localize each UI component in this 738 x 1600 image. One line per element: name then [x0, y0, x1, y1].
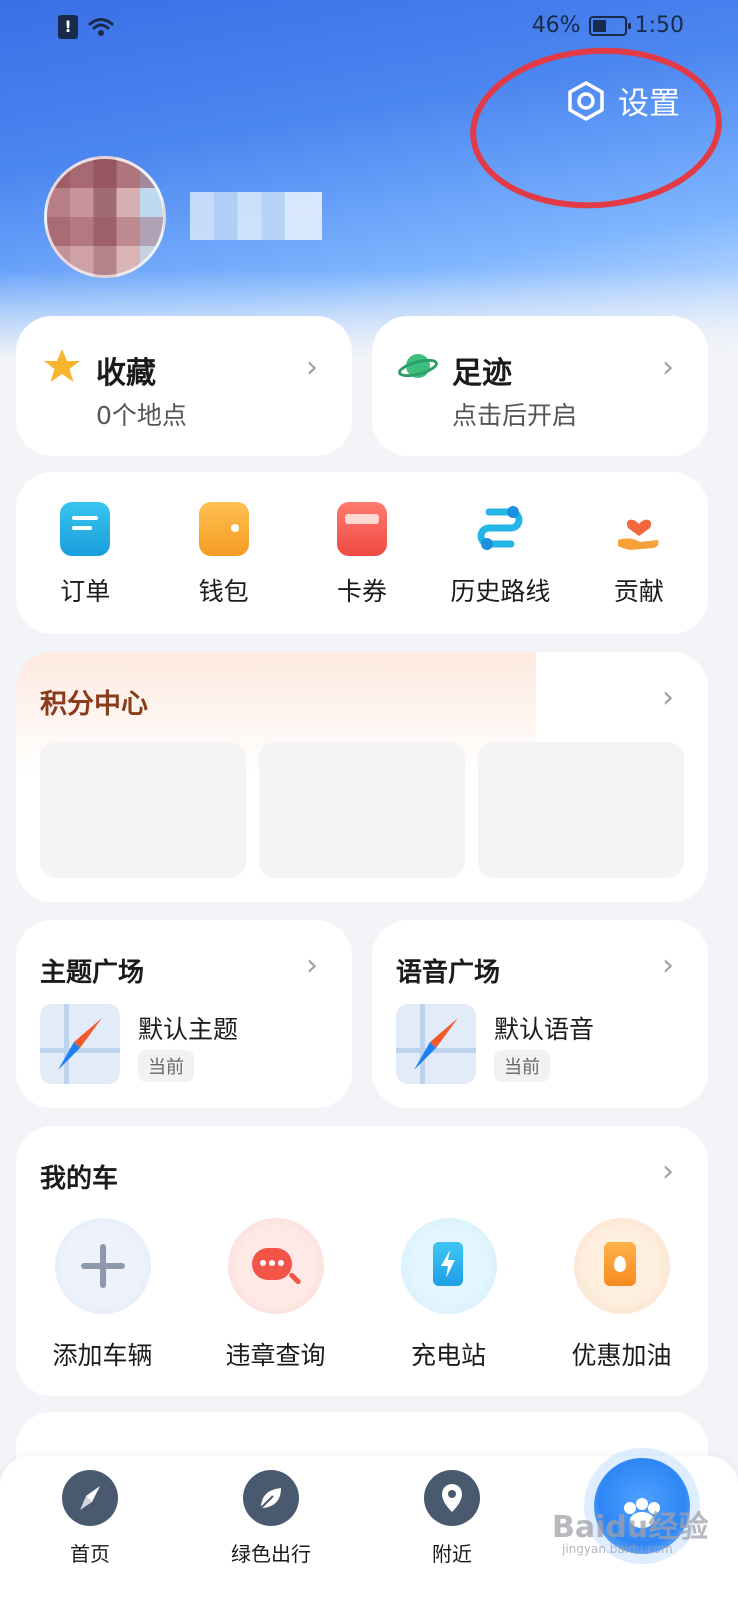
- order-icon: [60, 502, 111, 556]
- leaf-icon: [243, 1470, 299, 1526]
- car-item-label: 违章查询: [225, 1341, 326, 1370]
- tab-label: 首页: [70, 1542, 110, 1566]
- service-label: 订单: [60, 577, 111, 606]
- car-item-label: 充电站: [410, 1341, 486, 1370]
- location-pin-icon: [424, 1470, 480, 1526]
- default-theme-name: 默认主题: [138, 1015, 239, 1044]
- service-wallet[interactable]: 钱包: [154, 502, 292, 608]
- favorites-card[interactable]: 收藏 0个地点 ›: [16, 316, 352, 456]
- chevron-right-icon[interactable]: ›: [662, 1154, 674, 1189]
- chevron-right-icon: ›: [306, 948, 318, 983]
- navigation-arrow-icon: [58, 1018, 102, 1070]
- default-voice-name: 默认语音: [494, 1015, 595, 1044]
- navigation-arrow-icon: [414, 1018, 458, 1070]
- points-placeholder-3[interactable]: [478, 742, 684, 878]
- footprint-title: 足迹: [452, 356, 512, 391]
- route-icon: [478, 506, 523, 550]
- watermark-url: jingyan.baidu.com: [562, 1542, 673, 1556]
- favorites-count: 0个地点: [96, 401, 187, 430]
- favorites-title: 收藏: [96, 356, 156, 391]
- footprint-card[interactable]: 足迹 点击后开启 ›: [372, 316, 708, 456]
- current-badge: 当前: [138, 1050, 194, 1082]
- car-item-label: 添加车辆: [52, 1341, 153, 1370]
- services-card: 订单 钱包 卡券 历史路线 贡献: [16, 472, 708, 634]
- service-label: 钱包: [198, 577, 249, 606]
- current-badge: 当前: [494, 1050, 550, 1082]
- watermark-logo: Baidu经验: [552, 1510, 709, 1545]
- default-voice-thumbnail: [396, 1004, 476, 1084]
- fuel-icon: [573, 1218, 670, 1314]
- wallet-icon: [198, 502, 249, 556]
- my-car-card: 我的车 › 添加车辆 违章查询 充电站 优惠加油: [16, 1126, 708, 1396]
- my-car-title: 我的车: [40, 1164, 119, 1194]
- username-blurred[interactable]: [190, 192, 322, 240]
- tab-label: 附近: [432, 1542, 472, 1566]
- chevron-right-icon: ›: [306, 350, 318, 385]
- voice-square-title: 语音广场: [396, 958, 501, 988]
- service-label: 贡献: [613, 577, 664, 606]
- status-bar: ! 46% 1:50: [0, 0, 738, 56]
- avatar[interactable]: [44, 156, 166, 278]
- battery-icon: [588, 15, 631, 36]
- planet-icon: [398, 354, 438, 378]
- tab-label: 绿色出行: [231, 1542, 311, 1566]
- service-label: 卡券: [337, 577, 388, 606]
- car-item-label: 优惠加油: [571, 1341, 672, 1370]
- battery-percent: 46%: [531, 13, 581, 38]
- compass-icon: [62, 1470, 118, 1526]
- coupon-icon: [337, 502, 388, 556]
- star-icon: [44, 349, 80, 382]
- settings-label: 设置: [618, 86, 680, 122]
- settings-button[interactable]: 设置: [566, 78, 680, 123]
- chevron-right-icon: ›: [662, 350, 674, 385]
- theme-square-card[interactable]: 主题广场 › 默认主题 当前: [16, 920, 352, 1108]
- voice-square-card[interactable]: 语音广场 › 默认语音 当前: [372, 920, 708, 1108]
- violation-search-icon: [227, 1218, 324, 1314]
- chevron-right-icon: ›: [662, 948, 674, 983]
- points-center-card[interactable]: 积分中心 ›: [16, 652, 708, 902]
- chevron-right-icon: ›: [662, 680, 674, 715]
- contribute-icon: [617, 519, 659, 550]
- fuel-discount-button[interactable]: 优惠加油: [535, 1218, 708, 1372]
- plus-icon: [54, 1218, 151, 1314]
- points-placeholder-2[interactable]: [259, 742, 465, 878]
- service-label: 历史路线: [450, 577, 551, 606]
- footprint-subtitle: 点击后开启: [452, 401, 578, 430]
- clock: 1:50: [634, 13, 684, 38]
- theme-square-title: 主题广场: [40, 958, 145, 988]
- service-orders[interactable]: 订单: [16, 502, 154, 608]
- default-theme-thumbnail: [40, 1004, 120, 1084]
- service-history-routes[interactable]: 历史路线: [431, 502, 569, 608]
- add-vehicle-button[interactable]: 添加车辆: [16, 1218, 189, 1372]
- violation-query-button[interactable]: 违章查询: [189, 1218, 362, 1372]
- tab-nearby[interactable]: 附近: [382, 1470, 522, 1567]
- points-center-title: 积分中心: [40, 689, 148, 720]
- wifi-icon: [88, 18, 114, 36]
- service-coupons[interactable]: 卡券: [293, 502, 431, 608]
- tab-green-travel[interactable]: 绿色出行: [201, 1470, 341, 1567]
- service-contribute[interactable]: 贡献: [570, 502, 708, 608]
- charging-station-icon: [400, 1218, 497, 1314]
- points-placeholder-1[interactable]: [40, 742, 246, 878]
- battery-level: [592, 19, 607, 32]
- charging-station-button[interactable]: 充电站: [362, 1218, 535, 1372]
- hexagon-gear-icon: [568, 80, 604, 121]
- tab-home[interactable]: 首页: [20, 1470, 160, 1567]
- notification-alert-icon: !: [58, 15, 78, 39]
